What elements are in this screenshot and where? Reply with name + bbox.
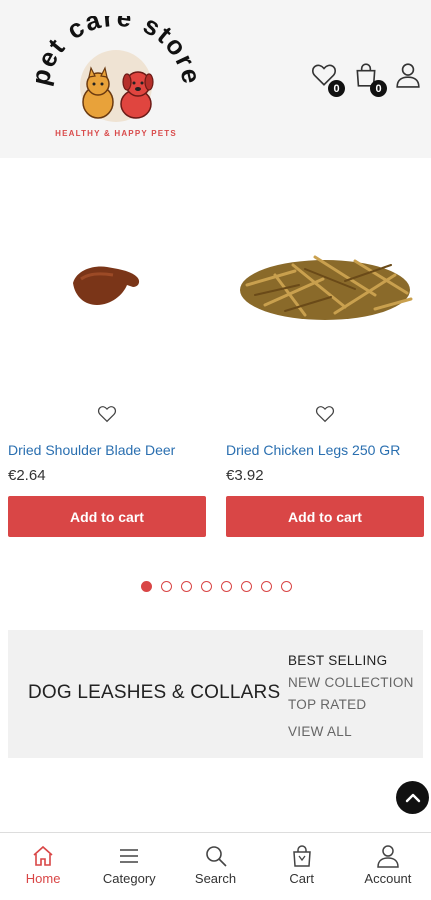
- header-cart-button[interactable]: 0: [351, 60, 387, 97]
- nav-label-cart: Cart: [289, 871, 314, 886]
- product-price: €3.92: [226, 467, 264, 484]
- scroll-to-top-button[interactable]: [396, 781, 429, 814]
- carousel-dot[interactable]: [221, 581, 232, 592]
- nav-label-home: Home: [25, 871, 61, 886]
- nav-item-cart[interactable]: Cart: [259, 833, 345, 900]
- product-image[interactable]: [8, 170, 206, 400]
- chevron-up-icon: [405, 793, 420, 802]
- product-name[interactable]: Dried Chicken Legs 250 GR: [226, 442, 424, 458]
- account-button[interactable]: [393, 60, 423, 90]
- nav-item-home[interactable]: Home: [0, 833, 86, 900]
- user-icon: [377, 845, 399, 868]
- nav-label-category: Category: [102, 871, 156, 886]
- bottom-navigation: Home Category Search Cart Account: [0, 832, 431, 900]
- nav-label-account: Account: [364, 871, 412, 886]
- menu-icon: [120, 849, 139, 863]
- carousel-dot[interactable]: [281, 581, 292, 592]
- category-banner: DOG LEASHES & COLLARS BEST SELLING NEW C…: [8, 630, 423, 758]
- carousel-dot[interactable]: [261, 581, 272, 592]
- cart-count-badge: 0: [370, 80, 387, 97]
- header: pet care store HEALTHY &: [0, 0, 431, 158]
- header-actions: 0 0: [309, 60, 423, 97]
- heart-icon: [97, 406, 117, 423]
- category-link-new-collection[interactable]: NEW COLLECTION: [288, 672, 414, 694]
- add-to-wishlist-button[interactable]: [8, 400, 206, 428]
- deer-shoulder-image: [73, 266, 140, 305]
- category-title[interactable]: DOG LEASHES & COLLARS: [28, 682, 280, 704]
- product-price: €2.64: [8, 467, 46, 484]
- heart-icon: [315, 406, 335, 423]
- add-to-cart-button[interactable]: Add to cart: [226, 496, 424, 537]
- product-card: Dried Chicken Legs 250 GR €3.92 Add to c…: [226, 170, 424, 537]
- wishlist-button[interactable]: 0: [309, 60, 345, 97]
- logo-graphic: pet care store: [24, 2, 205, 122]
- carousel-dot[interactable]: [141, 581, 152, 592]
- user-icon: [396, 63, 420, 88]
- carousel-dot[interactable]: [181, 581, 192, 592]
- category-links: BEST SELLING NEW COLLECTION TOP RATED VI…: [288, 650, 414, 743]
- nav-item-category[interactable]: Category: [86, 833, 172, 900]
- carousel-dot[interactable]: [241, 581, 252, 592]
- category-link-top-rated[interactable]: TOP RATED: [288, 694, 414, 716]
- carousel-dot[interactable]: [201, 581, 212, 592]
- product-name[interactable]: Dried Shoulder Blade Deer: [8, 442, 206, 458]
- logo-tagline: HEALTHY & HAPPY PETS: [55, 129, 177, 138]
- add-to-cart-button[interactable]: Add to cart: [8, 496, 206, 537]
- chicken-legs-image: [240, 255, 413, 320]
- wishlist-count-badge: 0: [328, 80, 345, 97]
- cart-icon: [292, 845, 311, 867]
- product-image[interactable]: [226, 170, 424, 400]
- add-to-wishlist-button[interactable]: [226, 400, 424, 428]
- category-link-best-selling[interactable]: BEST SELLING: [288, 650, 414, 672]
- search-icon: [205, 846, 227, 867]
- view-all-link[interactable]: VIEW ALL: [288, 721, 414, 743]
- nav-item-search[interactable]: Search: [172, 833, 258, 900]
- nav-item-account[interactable]: Account: [345, 833, 431, 900]
- carousel-pagination: [0, 581, 431, 592]
- carousel-dot[interactable]: [161, 581, 172, 592]
- home-icon: [33, 845, 53, 866]
- product-card: Dried Shoulder Blade Deer €2.64 Add to c…: [8, 170, 206, 537]
- nav-label-search: Search: [194, 871, 237, 886]
- store-logo[interactable]: pet care store HEALTHY &: [24, 2, 205, 146]
